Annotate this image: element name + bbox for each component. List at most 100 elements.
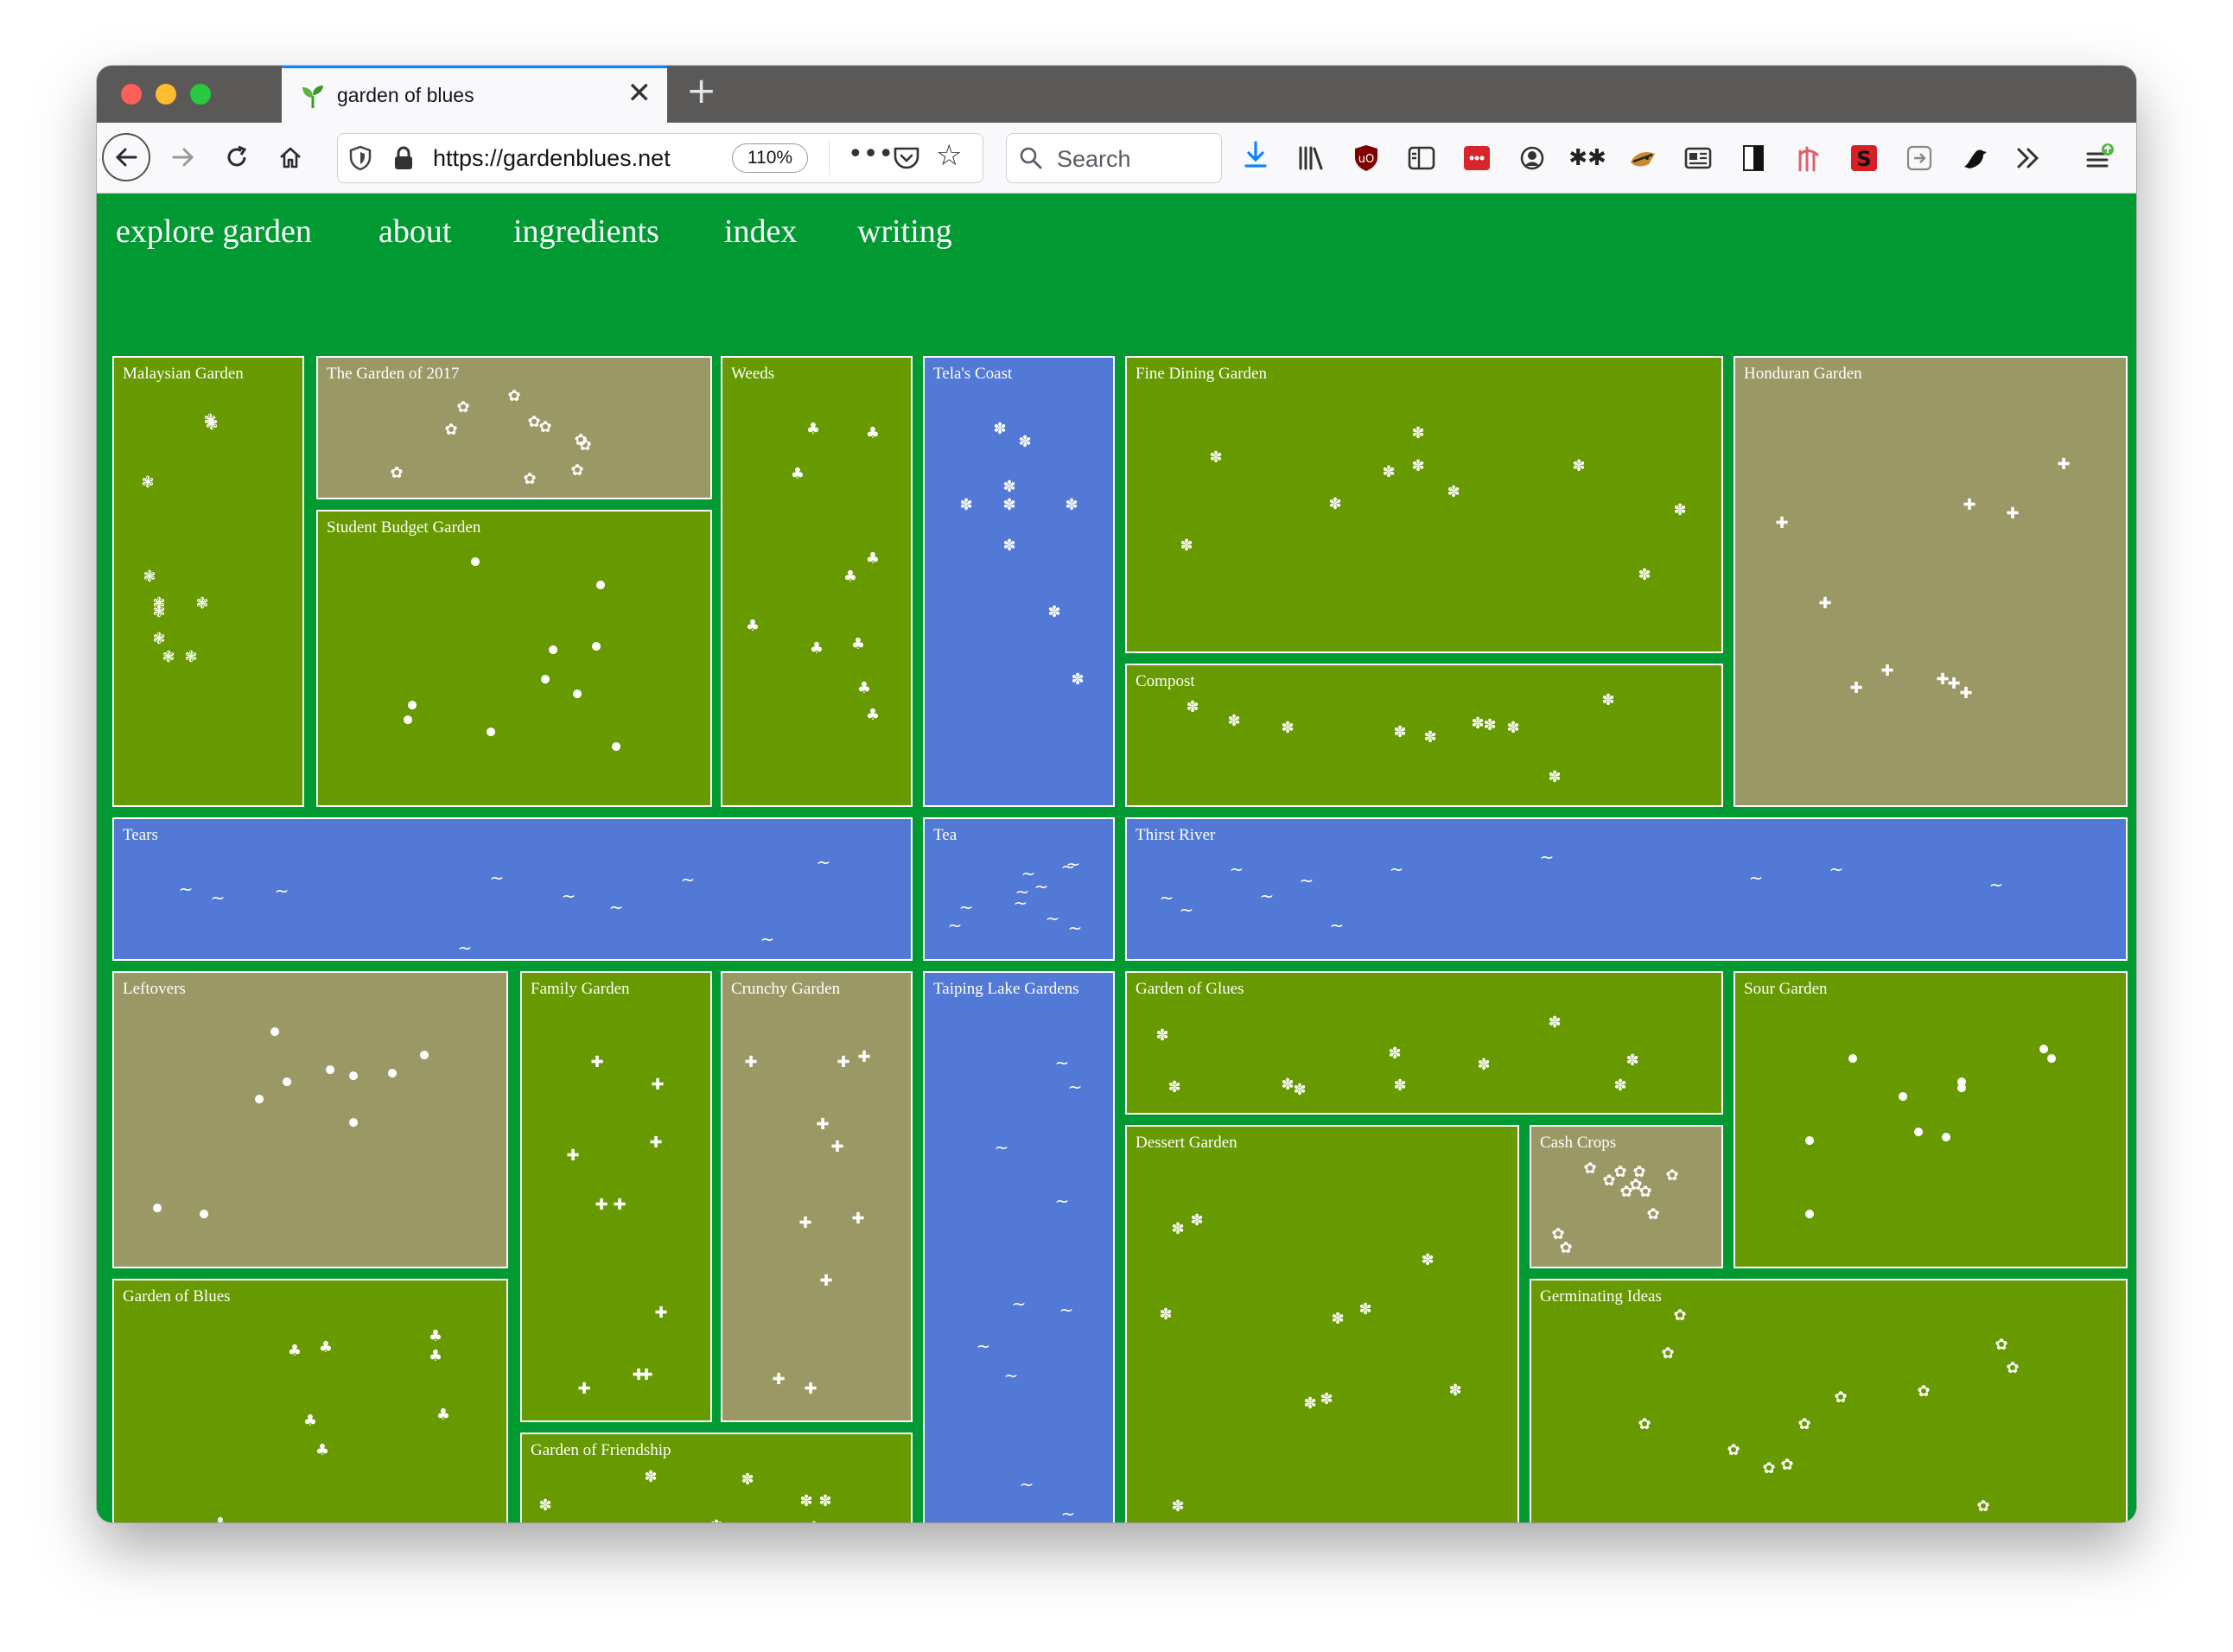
plant-marker-icon[interactable]: ✿ — [538, 420, 551, 435]
garden-tile[interactable]: Cash Crops ✿ ✿ ✿ ✿ ✿ ✿ ✿ ✿ ✿ ✿ ✿ — [1530, 1125, 1723, 1268]
plant-marker-icon[interactable]: ✿ — [1797, 1417, 1810, 1433]
new-tab-button[interactable]: + — [686, 73, 716, 109]
plant-marker-icon[interactable]: ✚ — [649, 1135, 662, 1151]
plant-marker-icon[interactable]: ✽ — [1471, 716, 1484, 732]
plant-marker-icon[interactable]: ✚ — [819, 1274, 832, 1289]
plant-marker-icon[interactable]: ~ — [948, 917, 963, 934]
plant-marker-icon[interactable]: ● — [199, 1209, 208, 1220]
plant-marker-icon[interactable]: ✚ — [577, 1382, 590, 1397]
plant-marker-icon[interactable]: ✽ — [1320, 1392, 1333, 1407]
plant-marker-icon[interactable]: ● — [407, 700, 417, 711]
plant-marker-icon[interactable]: ✚ — [654, 1306, 667, 1321]
extension-pink-icon[interactable] — [1794, 143, 1823, 173]
plant-marker-icon[interactable]: ✿ — [1646, 1207, 1659, 1223]
plant-marker-icon[interactable]: ✽ — [1190, 1213, 1203, 1229]
plant-marker-icon[interactable]: ✽ — [1548, 770, 1561, 785]
plant-marker-icon[interactable]: ● — [540, 674, 550, 685]
plant-marker-icon[interactable]: ✽ — [1328, 497, 1341, 512]
plant-marker-icon[interactable]: ● — [470, 556, 480, 568]
plant-marker-icon[interactable]: ✽ — [1186, 700, 1199, 715]
plant-marker-icon[interactable]: ✽ — [1065, 498, 1078, 513]
plant-marker-icon[interactable]: ✽ — [1358, 1302, 1371, 1318]
plant-marker-icon[interactable]: ● — [282, 1077, 291, 1088]
plant-marker-icon[interactable]: ~ — [1055, 1192, 1070, 1210]
plant-marker-icon[interactable]: ● — [572, 689, 582, 700]
garden-tile[interactable]: Garden of Blues♣♣♣♣♣♣♣♣♣♣ — [112, 1279, 508, 1522]
plant-marker-icon[interactable]: ✚ — [851, 1211, 864, 1227]
plant-marker-icon[interactable]: ♣ — [319, 1340, 333, 1356]
plant-marker-icon[interactable]: ~ — [1068, 919, 1083, 937]
plant-marker-icon[interactable]: ✽ — [1447, 485, 1460, 500]
plant-marker-icon[interactable]: ✽ — [1388, 1046, 1401, 1062]
plant-marker-icon[interactable]: ~ — [817, 854, 831, 871]
garden-tile[interactable]: The Garden of 2017 ✿ ✿ ✿ ✿ ✿ ✿ ✿ ✿ ✿ ✿ — [316, 356, 712, 499]
plant-marker-icon[interactable]: ✽ — [807, 1521, 820, 1523]
plant-marker-icon[interactable]: ● — [254, 1094, 264, 1105]
plant-marker-icon[interactable]: ✚ — [772, 1372, 785, 1388]
plant-marker-icon[interactable]: ~ — [1180, 901, 1194, 918]
plant-marker-icon[interactable]: ● — [548, 645, 557, 656]
garden-tile[interactable]: Germinating Ideas ✿ ✿ ✿ ✿ ✿ ✿ ✿ ✿ ✿ ✿ ✿ ✿ — [1530, 1279, 2128, 1522]
plant-marker-icon[interactable]: ✚ — [798, 1216, 811, 1231]
plant-marker-icon[interactable]: ♣ — [746, 619, 760, 634]
plant-marker-icon[interactable]: ♣ — [866, 708, 880, 723]
plant-marker-icon[interactable]: ~ — [1540, 848, 1555, 866]
plant-marker-icon[interactable]: ~ — [1068, 1078, 1083, 1096]
plant-marker-icon[interactable]: ✽ — [1018, 435, 1031, 450]
nav-ingredients[interactable]: ingredients — [513, 213, 659, 251]
plant-marker-icon[interactable]: ✿ — [1638, 1185, 1651, 1200]
reload-button[interactable] — [213, 133, 261, 181]
plant-marker-icon[interactable]: ● — [387, 1068, 397, 1079]
close-window-button[interactable] — [121, 84, 142, 105]
plant-marker-icon[interactable]: ♣ — [288, 1344, 302, 1359]
bookmark-star-icon[interactable]: ☆ — [936, 138, 962, 173]
plant-marker-icon[interactable]: ✽ — [1448, 1383, 1461, 1399]
plant-marker-icon[interactable]: ✽ — [1673, 503, 1686, 518]
plant-marker-icon[interactable]: ✽ — [1002, 538, 1015, 554]
plant-marker-icon[interactable]: ♣ — [866, 426, 880, 442]
garden-tile[interactable]: Garden of Glues ✽ ✽ ✽ ✽ ✽ ✽ ✽ ✽ ✽ ✽ — [1125, 971, 1723, 1115]
minimize-window-button[interactable] — [156, 84, 176, 105]
plant-marker-icon[interactable]: ✽ — [1171, 1499, 1184, 1515]
plant-marker-icon[interactable]: ✿ — [570, 463, 583, 479]
plant-marker-icon[interactable]: ♣ — [429, 1329, 442, 1344]
plant-marker-icon[interactable]: ~ — [995, 1139, 1009, 1156]
nav-explore-garden[interactable]: explore garden — [116, 213, 312, 251]
plant-marker-icon[interactable]: ~ — [1020, 1476, 1034, 1493]
plant-marker-icon[interactable]: ♣ — [810, 641, 824, 657]
extension-fox-icon[interactable] — [1628, 143, 1657, 173]
plant-marker-icon[interactable]: ✚ — [857, 1050, 870, 1065]
plant-marker-icon[interactable]: ✚ — [651, 1077, 664, 1093]
plant-marker-icon[interactable]: ✚ — [590, 1055, 603, 1071]
garden-tile[interactable]: Compost ✽ ✽ ✽ ✽ ✽ ✽ ✽ ✽ ✽ ✽ — [1125, 664, 1723, 807]
garden-tile[interactable]: Family Garden ✚ ✚ ✚ ✚ ✚ ✚ ✚ ✚ ✚ ✚ — [520, 971, 712, 1422]
address-bar[interactable]: https://gardenblues.net 110% ••• ☆ — [337, 133, 983, 183]
plant-marker-icon[interactable]: ❃ — [184, 650, 197, 665]
plant-marker-icon[interactable]: ✽ — [1171, 1222, 1184, 1237]
plant-marker-icon[interactable]: ● — [419, 1050, 429, 1061]
plant-marker-icon[interactable]: ✽ — [1506, 721, 1519, 736]
plant-marker-icon[interactable]: ● — [2046, 1053, 2056, 1064]
garden-tile[interactable]: Weeds ♣ ♣ ♣ ♣ ♣ ♣ ♣ ♣ ♣ ♣ — [721, 356, 913, 807]
plant-marker-icon[interactable]: ❃ — [152, 605, 165, 620]
plant-marker-icon[interactable]: ✽ — [1613, 1078, 1626, 1094]
plant-marker-icon[interactable]: ~ — [275, 882, 289, 899]
plant-marker-icon[interactable]: ● — [270, 1026, 279, 1038]
page-actions-more-icon[interactable]: ••• — [848, 139, 894, 169]
garden-tile[interactable]: Fine Dining Garden ✽ ✽ ✽ ✽ ✽ ✽ ✽ ✽ ✽ ✽ — [1125, 356, 1723, 653]
tab-active[interactable]: garden of blues ✕ — [282, 66, 667, 123]
plant-marker-icon[interactable]: ● — [1898, 1091, 1907, 1102]
plant-marker-icon[interactable]: ● — [1941, 1132, 1950, 1143]
plant-marker-icon[interactable]: ● — [591, 641, 601, 652]
garden-tile[interactable]: Thirst River ~ ~ ~ ~ ~ ~ ~ ~ ~ ~ ~ — [1125, 817, 2128, 961]
home-button[interactable] — [266, 133, 315, 181]
plant-marker-icon[interactable]: ~ — [211, 889, 226, 906]
plant-marker-icon[interactable]: ♣ — [213, 1516, 227, 1523]
plant-marker-icon[interactable]: ✽ — [1167, 1080, 1180, 1096]
extension-bird-icon[interactable] — [1960, 143, 1989, 173]
plant-marker-icon[interactable]: ♣ — [303, 1414, 317, 1429]
plant-marker-icon[interactable]: ✚ — [1849, 681, 1862, 696]
plant-marker-icon[interactable]: ✚ — [804, 1382, 817, 1397]
plant-marker-icon[interactable]: ✚ — [632, 1368, 645, 1383]
plant-marker-icon[interactable]: ✽ — [1411, 459, 1424, 474]
